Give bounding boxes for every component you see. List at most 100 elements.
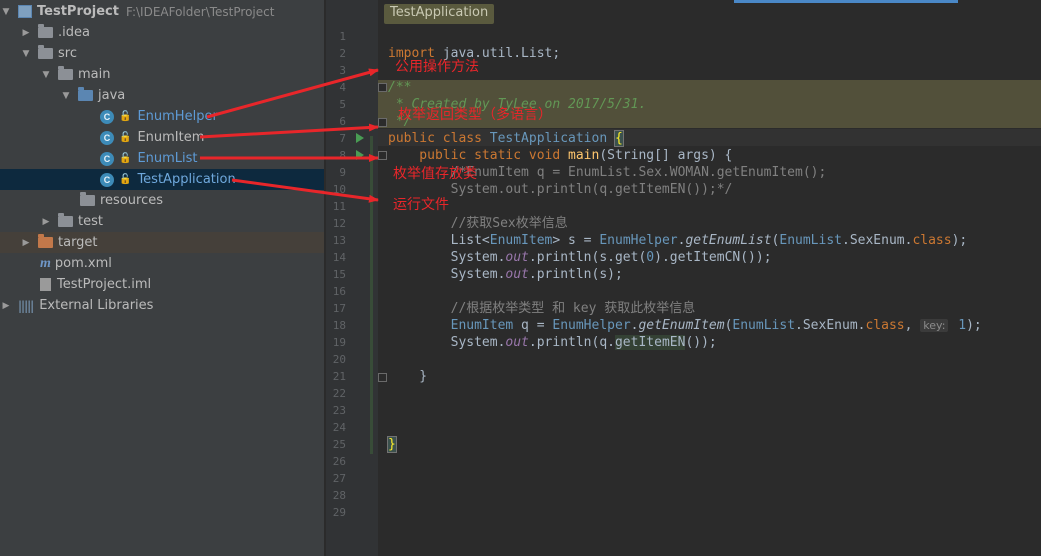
folder-icon	[58, 66, 73, 80]
folder-icon	[38, 24, 53, 38]
code-line-4[interactable]: /**	[388, 79, 411, 96]
code-text: .println(q.	[528, 335, 615, 350]
code-line-8[interactable]: public static void main(String[] args) {	[388, 147, 732, 164]
tree-item-test[interactable]: ▶ test	[0, 211, 324, 232]
code-text: );	[951, 233, 968, 248]
code-line-15[interactable]: System.out.println(s);	[388, 266, 623, 283]
expand-arrow-icon[interactable]: ▼	[0, 7, 12, 17]
fold-icon[interactable]	[378, 151, 387, 160]
type-name: EnumItem	[489, 233, 553, 248]
type-name: EnumList	[732, 318, 796, 333]
line-number: 2	[339, 47, 346, 60]
line-number: 11	[332, 200, 346, 213]
runnable-class-icon: C	[100, 172, 114, 187]
code-text: ());	[685, 335, 717, 350]
code-line-25[interactable]: }	[387, 436, 397, 453]
class-icon: C	[100, 130, 114, 145]
tree-item-label: EnumItem	[137, 130, 205, 145]
folder-icon	[38, 45, 53, 59]
static-method: getEnumItem	[638, 318, 725, 333]
access-icon: 🔓	[119, 174, 132, 185]
excluded-folder-icon	[38, 234, 53, 248]
code-line-21[interactable]: }	[388, 368, 427, 385]
tree-item-src[interactable]: ▼ src	[0, 43, 324, 64]
expand-arrow-icon[interactable]: ▼	[20, 49, 32, 59]
tree-item-project-root[interactable]: ▼ TestProject F:\IDEAFolder\TestProject	[0, 1, 324, 22]
code-line-7[interactable]: public class TestApplication {	[388, 130, 624, 147]
libraries-icon: |||||	[18, 298, 34, 313]
collapse-arrow-icon[interactable]: ▶	[20, 238, 32, 248]
breadcrumb-class[interactable]: TestApplication	[384, 4, 495, 24]
project-path: F:\IDEAFolder\TestProject	[125, 4, 275, 19]
tree-item-target[interactable]: ▶ target	[0, 232, 324, 253]
collapse-arrow-icon[interactable]: ▶	[20, 28, 32, 38]
code-text: .println(s.get(	[528, 250, 647, 265]
tree-item-idea[interactable]: ▶ .idea	[0, 22, 324, 43]
tree-item-testapplication[interactable]: C 🔓 TestApplication	[0, 169, 324, 190]
code-text: ).getItemCN());	[654, 250, 772, 265]
code-editor[interactable]: TestApplication import java.util.List; /…	[326, 0, 1041, 556]
tree-item-iml[interactable]: TestProject.iml	[0, 274, 324, 295]
line-number: 13	[332, 234, 346, 247]
tree-item-label: EnumHelper	[137, 109, 218, 124]
code-line-17[interactable]: //根据枚举类型 和 key 获取此枚举信息	[388, 300, 696, 317]
annotation-run-file: 运行文件	[393, 197, 449, 213]
tree-item-enumhelper[interactable]: C 🔓 EnumHelper	[0, 106, 324, 127]
highlighted-method: getItemEN	[614, 335, 686, 350]
code-line-18[interactable]: EnumItem q = EnumHelper.getEnumItem(Enum…	[388, 317, 982, 334]
code-line-13[interactable]: List<EnumItem> s = EnumHelper.getEnumLis…	[388, 232, 968, 249]
tree-item-resources[interactable]: resources	[0, 190, 324, 211]
tree-item-main[interactable]: ▼ main	[0, 64, 324, 85]
tree-item-label: External Libraries	[39, 298, 154, 313]
project-tree: ▼ TestProject F:\IDEAFolder\TestProject …	[0, 0, 325, 556]
run-main-icon[interactable]	[356, 150, 364, 160]
code-text: (String[] args) {	[599, 148, 733, 163]
access-icon: 🔓	[119, 111, 132, 122]
tree-item-pom[interactable]: m pom.xml	[0, 253, 324, 274]
line-number: 20	[332, 353, 346, 366]
code-line-12[interactable]: //获取Sex枚举信息	[388, 215, 568, 232]
tree-item-label: TestProject.iml	[57, 277, 152, 292]
line-number: 26	[332, 455, 346, 468]
line-number: 12	[332, 217, 346, 230]
fold-icon[interactable]	[378, 83, 387, 92]
code-text: System.	[388, 267, 506, 282]
line-number: 29	[332, 506, 346, 519]
line-number: 25	[332, 438, 346, 451]
code-text: > s =	[552, 233, 600, 248]
tree-item-enumitem[interactable]: C 🔓 EnumItem	[0, 127, 324, 148]
class-icon: C	[100, 109, 114, 124]
active-tab-indicator	[734, 0, 958, 3]
static-field: out	[505, 335, 529, 350]
tree-item-enumlist[interactable]: C 🔓 EnumList	[0, 148, 324, 169]
fold-icon[interactable]	[378, 373, 387, 382]
expand-arrow-icon[interactable]: ▼	[40, 70, 52, 80]
expand-arrow-icon[interactable]: ▼	[60, 91, 72, 101]
tree-item-external-libraries[interactable]: ▶ ||||| External Libraries	[0, 295, 324, 316]
code-text: System.	[388, 335, 506, 350]
project-icon	[18, 5, 32, 18]
collapse-arrow-icon[interactable]: ▶	[0, 301, 12, 311]
keyword: public class	[388, 131, 490, 146]
type-name: EnumList	[779, 233, 842, 248]
matched-brace: {	[614, 130, 624, 147]
static-field: out	[505, 267, 529, 282]
collapse-arrow-icon[interactable]: ▶	[40, 217, 52, 227]
folder-icon	[58, 213, 73, 227]
static-field: out	[505, 250, 529, 265]
tree-item-label: target	[58, 235, 98, 250]
tree-item-label: src	[58, 46, 77, 61]
run-class-icon[interactable]	[356, 133, 364, 143]
parameter-hint: key:	[920, 319, 949, 332]
code-line-14[interactable]: System.out.println(s.get(0).getItemCN())…	[388, 249, 772, 266]
tree-item-label: main	[78, 67, 111, 82]
code-text: );	[966, 318, 982, 333]
line-number: 21	[332, 370, 346, 383]
number-literal: 0	[646, 250, 655, 265]
line-number: 3	[339, 64, 346, 77]
line-number: 24	[332, 421, 346, 434]
tree-item-java[interactable]: ▼ java	[0, 85, 324, 106]
fold-icon[interactable]	[378, 118, 387, 127]
code-line-19[interactable]: System.out.println(q.getItemEN());	[388, 334, 717, 351]
matched-brace: }	[387, 436, 397, 453]
